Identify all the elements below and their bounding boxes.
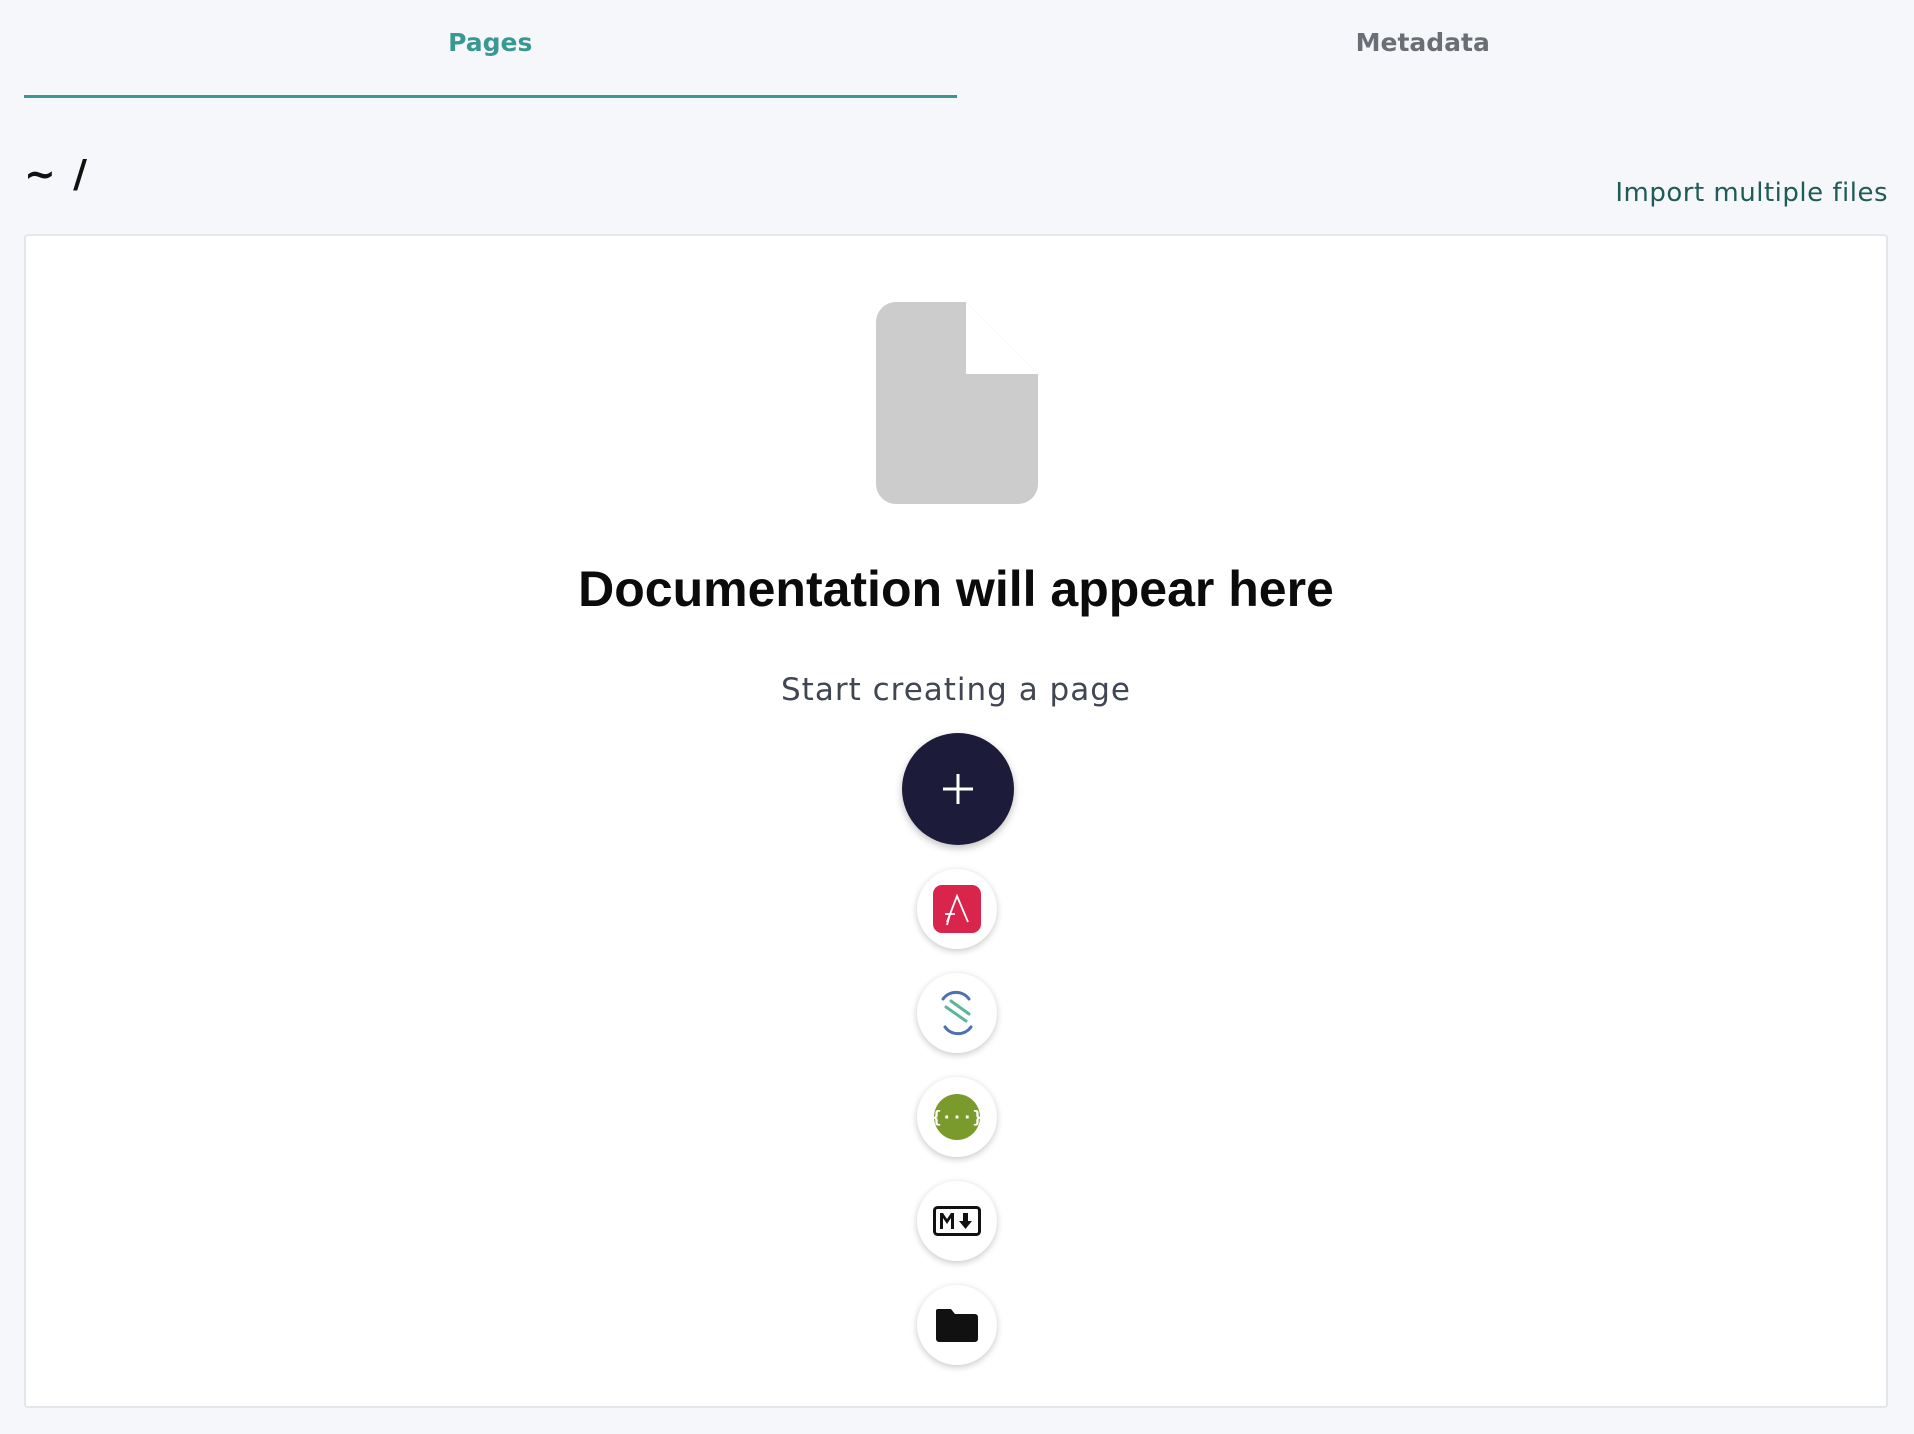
add-page-button[interactable] bbox=[902, 733, 1014, 845]
import-folder-button[interactable] bbox=[917, 1285, 997, 1365]
stoplight-icon bbox=[941, 990, 973, 1036]
pages-panel: Documentation will appear here Start cre… bbox=[24, 234, 1888, 1408]
empty-state-title: Documentation will appear here bbox=[578, 561, 1334, 617]
swagger-icon: {···} bbox=[933, 1094, 981, 1140]
tab-bar: Pages Metadata bbox=[24, 0, 1889, 98]
breadcrumb: ~ / bbox=[24, 152, 89, 196]
import-asyncapi-button[interactable] bbox=[917, 869, 997, 949]
import-stoplight-button[interactable] bbox=[917, 973, 997, 1053]
import-markdown-button[interactable] bbox=[917, 1181, 997, 1261]
empty-state-subtitle: Start creating a page bbox=[781, 672, 1131, 708]
folder-icon bbox=[936, 1309, 978, 1342]
svg-text:{···}: {···} bbox=[933, 1108, 981, 1128]
tab-metadata[interactable]: Metadata bbox=[957, 0, 1890, 98]
asyncapi-icon bbox=[933, 885, 981, 933]
markdown-icon bbox=[933, 1206, 981, 1236]
document-icon bbox=[876, 302, 1038, 504]
tab-pages[interactable]: Pages bbox=[24, 0, 957, 98]
import-swagger-button[interactable]: {···} bbox=[917, 1077, 997, 1157]
import-multiple-files-link[interactable]: Import multiple files bbox=[1615, 178, 1888, 208]
plus-icon bbox=[943, 774, 973, 804]
